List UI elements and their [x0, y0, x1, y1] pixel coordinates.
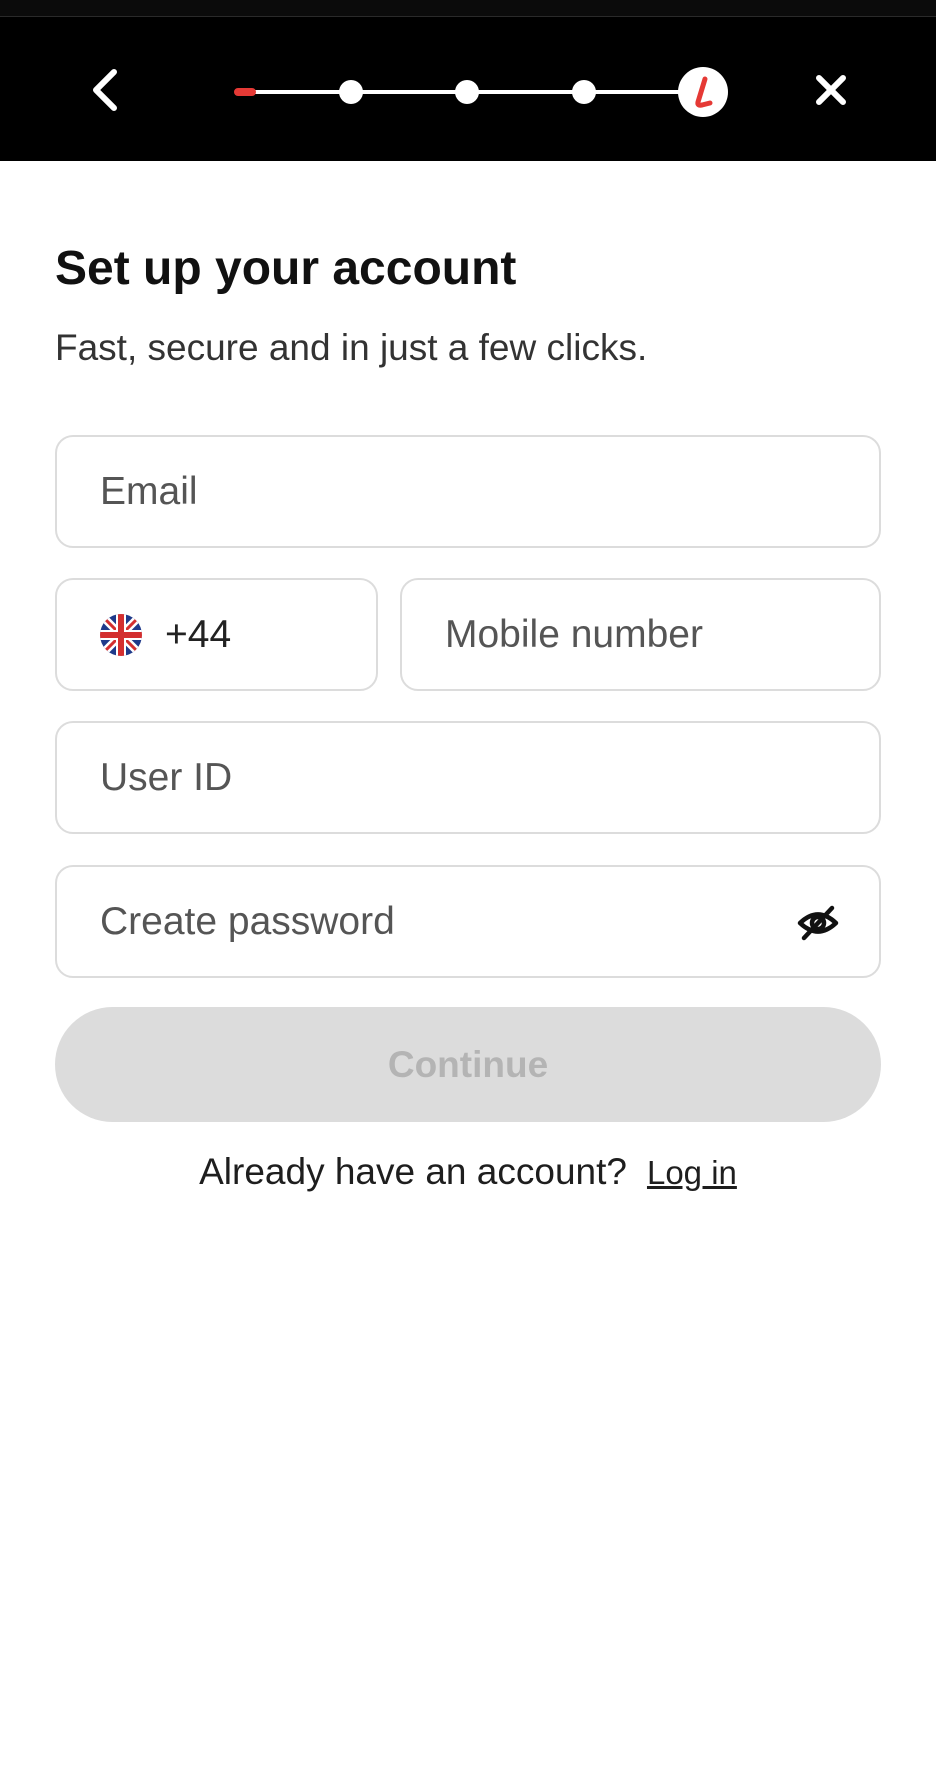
- user-id-placeholder: User ID: [100, 755, 233, 799]
- progress-step-3: [455, 80, 479, 104]
- progress-step-2: [339, 80, 363, 104]
- progress-step-4: [572, 80, 596, 104]
- header-bar: [0, 17, 936, 161]
- continue-button[interactable]: Continue: [55, 1007, 881, 1122]
- email-placeholder: Email: [100, 469, 198, 513]
- uk-flag-icon: [100, 613, 142, 656]
- progress-step-final: [678, 67, 728, 117]
- country-code: +44: [165, 612, 232, 656]
- progress-stepper: [232, 67, 730, 117]
- mobile-placeholder: Mobile number: [445, 612, 703, 656]
- mobile-number-field[interactable]: Mobile number: [400, 578, 881, 691]
- page-title: Set up your account: [55, 242, 517, 295]
- email-field[interactable]: Email: [55, 435, 881, 548]
- close-button[interactable]: [806, 65, 856, 115]
- login-prompt: Already have an account? Log in: [0, 1151, 936, 1193]
- progress-fill: [234, 88, 256, 96]
- country-code-selector[interactable]: +44: [55, 578, 378, 691]
- brand-logo-icon: [695, 76, 713, 108]
- login-link[interactable]: Log in: [647, 1154, 737, 1192]
- user-id-field[interactable]: User ID: [55, 721, 881, 834]
- password-placeholder: Create password: [100, 899, 395, 943]
- back-button[interactable]: [80, 65, 130, 115]
- eye-off-icon[interactable]: [795, 900, 841, 946]
- password-field[interactable]: Create password: [55, 865, 881, 978]
- login-question: Already have an account?: [199, 1151, 627, 1192]
- chevron-left-icon: [93, 69, 117, 111]
- page-subtitle: Fast, secure and in just a few clicks.: [55, 327, 648, 368]
- close-icon: [816, 75, 846, 105]
- status-bar: [0, 0, 936, 17]
